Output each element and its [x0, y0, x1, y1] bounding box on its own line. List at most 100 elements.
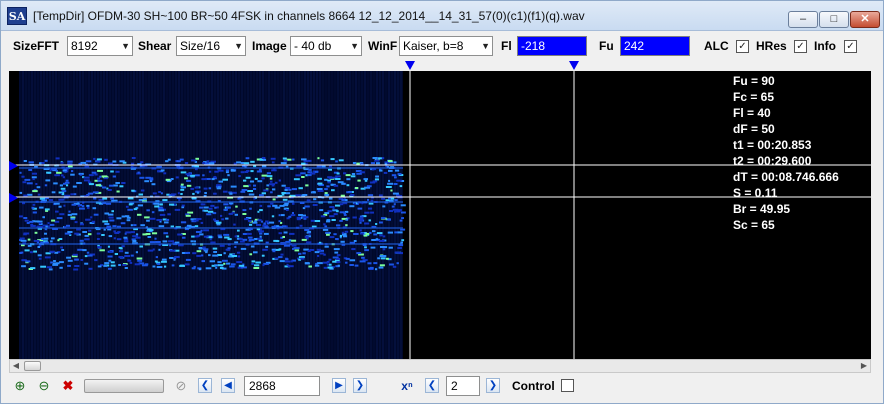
- signal-pixel: [214, 264, 219, 267]
- last-icon[interactable]: ❯: [353, 378, 367, 393]
- signal-pixel: [387, 182, 393, 185]
- t1-marker-icon[interactable]: [9, 161, 18, 171]
- fl-marker-icon[interactable]: [405, 61, 415, 70]
- next-icon[interactable]: ▶: [332, 378, 346, 393]
- multiplier-field[interactable]: 2: [446, 376, 480, 396]
- signal-pixel: [361, 256, 365, 259]
- multiplier-down-icon[interactable]: ❮: [425, 378, 439, 393]
- horizontal-scrollbar[interactable]: ◀ ▶: [9, 359, 871, 373]
- shear-select[interactable]: Size/16 ▼: [176, 36, 246, 56]
- signal-pixel: [156, 266, 163, 268]
- noise-streak: [55, 71, 57, 359]
- zoom-in-icon[interactable]: ⊕: [11, 377, 29, 395]
- signal-pixel: [282, 198, 288, 201]
- scroll-thumb[interactable]: [24, 361, 41, 371]
- signal-pixel: [123, 240, 129, 243]
- hres-checkbox[interactable]: ✓: [794, 40, 807, 53]
- signal-pixel: [327, 179, 331, 182]
- stop-icon[interactable]: ⊘: [172, 377, 190, 395]
- frequency-ruler[interactable]: [9, 59, 871, 71]
- signal-pixel: [129, 261, 133, 264]
- signal-pixel: [385, 186, 392, 188]
- tone-line: [19, 167, 403, 169]
- signal-pixel: [283, 231, 288, 234]
- sizefft-select[interactable]: 8192 ▼: [67, 36, 133, 56]
- signal-pixel: [236, 161, 241, 164]
- signal-pixel: [196, 254, 202, 257]
- signal-pixel: [317, 254, 320, 257]
- signal-pixel: [382, 205, 386, 208]
- control-checkbox[interactable]: [561, 379, 574, 392]
- signal-pixel: [344, 230, 349, 233]
- signal-pixel: [261, 192, 266, 195]
- signal-pixel: [231, 263, 236, 266]
- scroll-right-icon[interactable]: ▶: [858, 360, 870, 372]
- signal-pixel: [112, 160, 117, 163]
- progress-bar: [84, 379, 164, 393]
- alc-checkbox[interactable]: ✓: [736, 40, 749, 53]
- signal-pixel: [119, 250, 124, 253]
- signal-pixel: [379, 234, 383, 237]
- fl-field[interactable]: -218: [517, 36, 587, 56]
- signal-pixel: [335, 204, 341, 207]
- signal-pixel: [278, 220, 281, 223]
- signal-pixel: [119, 185, 124, 188]
- fu-field[interactable]: 242: [620, 36, 690, 56]
- zoom-out-icon[interactable]: ⊖: [35, 377, 53, 395]
- winf-select[interactable]: Kaiser, b=8 ▼: [399, 36, 493, 56]
- signal-pixel: [48, 268, 53, 271]
- bottom-toolbar: ⊕ ⊖ ✖ ⊘ ❮ ◀ 2868 ▶ ❯ xⁿ ❮ 2 ❯ Control: [5, 374, 881, 398]
- maximize-button[interactable]: □: [819, 11, 849, 28]
- signal-pixel: [96, 232, 101, 235]
- signal-pixel: [176, 160, 181, 163]
- signal-pixel: [401, 211, 406, 214]
- signal-pixel: [279, 260, 285, 263]
- signal-pixel: [152, 232, 158, 235]
- signal-pixel: [216, 206, 219, 209]
- signal-pixel: [396, 179, 402, 182]
- signal-pixel: [102, 186, 107, 189]
- spectrogram-view[interactable]: Fu = 90 Fc = 65 Fl = 40 dF = 50 t1 = 00:…: [9, 71, 871, 359]
- signal-pixel: [40, 265, 46, 268]
- scroll-left-icon[interactable]: ◀: [10, 360, 22, 372]
- title-bar[interactable]: SA [TempDir] OFDM-30 SH~100 BR~50 4FSK i…: [1, 1, 883, 31]
- image-select[interactable]: - 40 db ▼: [290, 36, 362, 56]
- chevron-down-icon: ▼: [350, 41, 359, 51]
- signal-pixel: [301, 158, 307, 161]
- signal-pixel: [317, 190, 324, 192]
- t2-marker-icon[interactable]: [9, 193, 18, 203]
- prev-icon[interactable]: ◀: [221, 378, 235, 393]
- signal-pixel: [271, 215, 275, 218]
- chevron-down-icon: ▼: [481, 41, 490, 51]
- fu-marker-icon[interactable]: [569, 61, 579, 70]
- noise-streak: [142, 71, 144, 359]
- signal-pixel: [248, 219, 252, 222]
- info-checkbox[interactable]: ✓: [844, 40, 857, 53]
- signal-pixel: [237, 255, 241, 258]
- signal-pixel: [280, 214, 285, 217]
- zoom-reset-icon[interactable]: ✖: [59, 377, 77, 395]
- signal-pixel: [25, 260, 31, 263]
- multiplier-icon[interactable]: xⁿ: [398, 377, 416, 395]
- multiplier-up-icon[interactable]: ❯: [486, 378, 500, 393]
- signal-pixel: [38, 257, 42, 260]
- signal-pixel: [35, 183, 38, 185]
- signal-pixel: [258, 230, 264, 233]
- noise-streak: [181, 71, 183, 359]
- signal-pixel: [304, 205, 310, 208]
- first-icon[interactable]: ❮: [198, 378, 212, 393]
- close-button[interactable]: ✕: [850, 11, 880, 28]
- position-field[interactable]: 2868: [244, 376, 320, 396]
- signal-pixel: [96, 238, 100, 240]
- minimize-button[interactable]: –: [788, 11, 818, 28]
- signal-pixel: [194, 186, 200, 189]
- signal-pixel: [393, 161, 397, 164]
- info-line: Br = 49.95: [733, 202, 791, 216]
- signal-pixel: [285, 258, 289, 261]
- signal-pixel: [226, 206, 231, 209]
- signal-pixel: [85, 218, 91, 221]
- signal-pixel: [358, 217, 364, 220]
- signal-pixel: [200, 229, 203, 232]
- signal-pixel: [125, 205, 129, 208]
- noise-streak: [178, 71, 180, 359]
